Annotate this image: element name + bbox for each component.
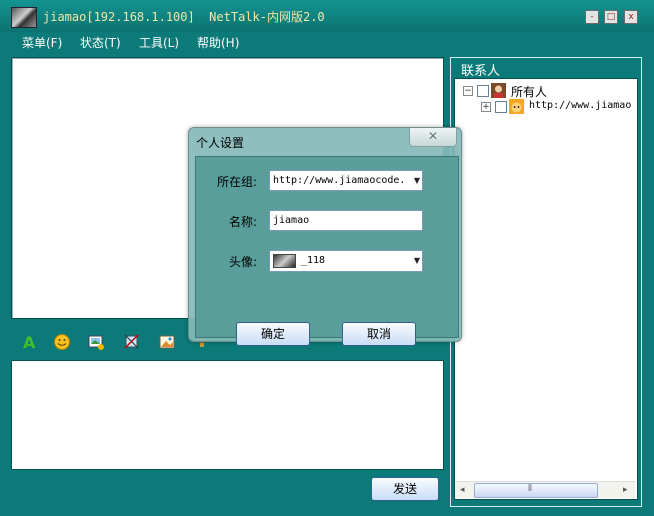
dialog-title: 个人设置 xyxy=(196,136,245,150)
send-image-icon[interactable] xyxy=(87,333,105,351)
tree-label-all: 所有人 xyxy=(511,85,548,99)
tree-checkbox[interactable] xyxy=(477,85,489,97)
group-avatar-icon xyxy=(491,83,506,98)
menu-item-status[interactable]: 状态(T) xyxy=(80,34,121,51)
menu-item-help[interactable]: 帮助(H) xyxy=(197,34,239,51)
picture-icon[interactable] xyxy=(158,333,176,351)
tree-checkbox[interactable] xyxy=(495,101,507,113)
menu-item-menu[interactable]: 菜单(F) xyxy=(22,34,62,51)
send-button[interactable]: 发送 xyxy=(371,477,439,501)
avatar-thumbnail xyxy=(273,254,296,268)
collapse-icon[interactable]: − xyxy=(463,86,473,96)
tree-item-group[interactable]: + http://www.jiamao xyxy=(481,99,637,115)
avatar-select[interactable]: _118 ▼ xyxy=(269,250,423,272)
app-icon xyxy=(11,7,37,28)
scroll-left-icon[interactable]: ◂ xyxy=(460,485,465,495)
chevron-down-icon[interactable]: ▼ xyxy=(414,171,420,190)
chevron-down-icon[interactable]: ▼ xyxy=(414,251,420,270)
tree-label-group: http://www.jiamao xyxy=(529,100,632,111)
screenshot-icon[interactable] xyxy=(123,333,141,351)
scroll-grip-icon: ⦀ xyxy=(528,484,532,494)
contacts-horizontal-scrollbar[interactable]: ◂ ⦀ ▸ xyxy=(455,481,635,498)
cancel-button[interactable]: 取消 xyxy=(342,322,416,346)
avatar-label: 头像: xyxy=(228,255,257,269)
scroll-right-icon[interactable]: ▸ xyxy=(623,485,628,495)
name-field-value: jiamao xyxy=(273,215,310,226)
group-label: 所在组: xyxy=(216,175,257,189)
ok-button[interactable]: 确定 xyxy=(236,322,310,346)
main-window: jiamao[192.168.1.100] NetTalk-内网版2.0 - □… xyxy=(0,0,654,516)
message-input[interactable] xyxy=(11,360,444,470)
emoticon-icon[interactable] xyxy=(53,333,71,351)
group-select[interactable]: http://www.jiamaocode. ▼ xyxy=(269,170,423,191)
menu-item-tools[interactable]: 工具(L) xyxy=(139,34,179,51)
name-field[interactable]: jiamao xyxy=(269,210,423,231)
dialog-close-button[interactable]: ✕ xyxy=(409,128,457,147)
name-label: 名称: xyxy=(228,215,257,229)
scroll-thumb[interactable]: ⦀ xyxy=(474,483,598,498)
avatar-select-value: _118 xyxy=(301,255,326,266)
font-icon[interactable]: A xyxy=(21,333,39,352)
svg-text:A: A xyxy=(23,333,36,351)
dialog-title-bar[interactable]: 个人设置 ✕ xyxy=(189,128,461,156)
title-bar[interactable]: jiamao[192.168.1.100] NetTalk-内网版2.0 - □… xyxy=(0,0,654,32)
expand-icon[interactable]: + xyxy=(481,102,491,112)
maximize-button[interactable]: □ xyxy=(604,10,618,24)
contacts-title: 联系人 xyxy=(459,60,503,79)
minimize-button[interactable]: - xyxy=(585,10,599,24)
cat-avatar-icon xyxy=(509,99,524,114)
close-button[interactable]: x xyxy=(624,10,638,24)
tree-item-all[interactable]: − 所有人 xyxy=(463,83,633,99)
personal-settings-dialog: 个人设置 ✕ 所在组: http://www.jiamaocode. ▼ 名称:… xyxy=(188,127,462,346)
window-title: jiamao[192.168.1.100] NetTalk-内网版2.0 xyxy=(43,10,325,24)
group-select-value: http://www.jiamaocode. xyxy=(273,175,406,186)
contacts-tree[interactable]: − 所有人 + http://www.jiamao xyxy=(454,78,638,500)
dialog-body: 所在组: http://www.jiamaocode. ▼ 名称: jiamao… xyxy=(195,156,459,346)
